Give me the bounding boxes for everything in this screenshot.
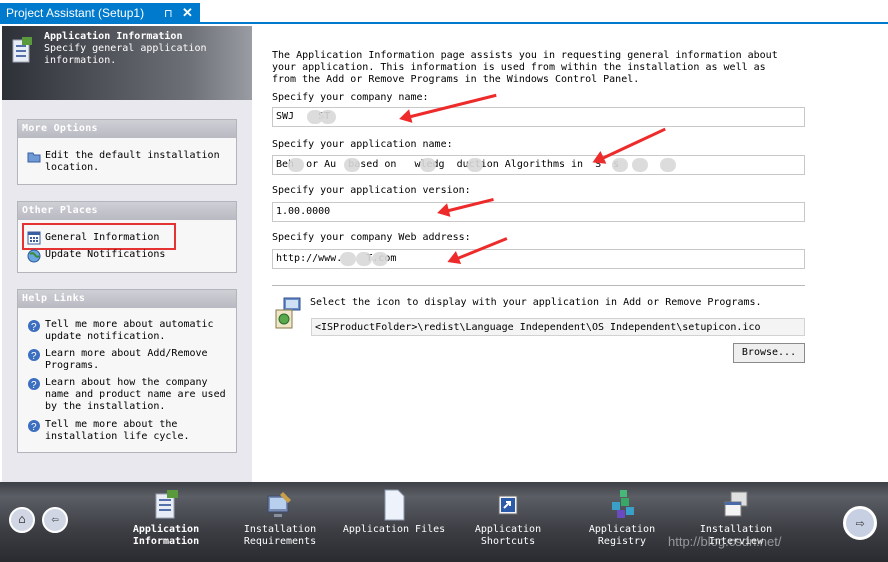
application-info-icon xyxy=(155,490,178,519)
document-tab-strip: Project Assistant (Setup1) ⊓ ✕ xyxy=(0,0,888,24)
icon-path-field[interactable]: <ISProductFolder>\redist\Language Indepe… xyxy=(311,318,805,336)
back-icon: ⇦ xyxy=(51,512,59,526)
company-name-label: Specify your company name: xyxy=(272,92,429,103)
blur-mark xyxy=(632,158,648,172)
nav-label: Application Information xyxy=(132,524,200,547)
blur-mark xyxy=(467,158,483,172)
pin-icon[interactable]: ⊓ xyxy=(164,7,173,20)
other-places-panel: Other Places General Information Update … xyxy=(17,201,237,273)
main-content: The Application Information page assists… xyxy=(252,26,888,482)
blur-mark xyxy=(372,252,388,266)
other-places-title: Other Places xyxy=(18,202,236,220)
application-name-label: Specify your application name: xyxy=(272,139,453,150)
sidebar-item-general-information[interactable]: General Information xyxy=(45,232,159,244)
tab-project-assistant[interactable]: Project Assistant (Setup1) ⊓ ✕ xyxy=(0,3,200,24)
product-icon-preview xyxy=(275,297,301,329)
help-icon: ? xyxy=(28,378,40,391)
separator xyxy=(272,285,805,286)
blur-mark xyxy=(356,252,372,266)
icon-select-label: Select the icon to display with your app… xyxy=(310,297,762,308)
svg-text:?: ? xyxy=(31,422,37,433)
globe-icon xyxy=(27,249,41,263)
next-icon: ⇨ xyxy=(855,514,865,532)
web-address-label: Specify your company Web address: xyxy=(272,232,471,243)
bottom-navigation: ⌂ ⇦ Application Information Installation… xyxy=(0,482,888,562)
help-icon: ? xyxy=(28,349,40,362)
back-button[interactable]: ⇦ xyxy=(42,507,68,533)
help-icon: ? xyxy=(28,420,40,433)
page-title: Application Information xyxy=(44,31,183,42)
svg-text:?: ? xyxy=(31,322,37,333)
nav-label: Installation Requirements xyxy=(243,524,317,547)
nav-label: Application Shortcuts xyxy=(474,524,542,547)
blur-mark xyxy=(340,252,356,266)
nav-label: Application Registry xyxy=(588,524,656,547)
blur-mark xyxy=(660,158,676,172)
version-label: Specify your application version: xyxy=(272,185,471,196)
help-link-company-product-name[interactable]: Learn about how the company name and pro… xyxy=(45,377,230,413)
help-links-panel: Help Links ? Tell me more about automati… xyxy=(17,289,237,453)
more-options-panel: More Options Edit the default installati… xyxy=(17,119,237,185)
next-button[interactable]: ⇨ xyxy=(843,506,877,540)
version-field[interactable]: 1.00.0000 xyxy=(272,202,805,222)
help-links-title: Help Links xyxy=(18,290,236,308)
shortcut-icon xyxy=(498,495,518,515)
sidebar-item-update-notifications[interactable]: Update Notifications xyxy=(45,249,165,261)
nav-label: Application Files xyxy=(342,524,446,535)
left-pane: Application Information Specify general … xyxy=(2,26,252,482)
file-icon xyxy=(384,489,405,521)
company-name-field[interactable]: SWJ ST xyxy=(272,107,805,127)
blur-mark xyxy=(344,158,360,172)
home-button[interactable]: ⌂ xyxy=(9,507,35,533)
application-info-icon xyxy=(12,37,32,63)
blur-mark xyxy=(612,158,628,172)
help-link-installation-life-cycle[interactable]: Tell me more about the installation life… xyxy=(45,419,230,443)
svg-text:?: ? xyxy=(31,351,37,362)
help-icon: ? xyxy=(28,320,40,333)
blur-mark xyxy=(288,158,304,172)
svg-text:?: ? xyxy=(31,380,37,391)
edit-install-location-link[interactable]: Edit the default installation location. xyxy=(45,150,230,174)
page-header: Application Information Specify general … xyxy=(2,26,252,100)
page-subtitle: Specify general application information. xyxy=(44,43,207,66)
help-link-update-notification[interactable]: Tell me more about automatic update noti… xyxy=(45,319,230,343)
more-options-title: More Options xyxy=(18,120,236,138)
blur-mark xyxy=(320,110,336,124)
browse-button[interactable]: Browse... xyxy=(733,343,805,363)
close-icon[interactable]: ✕ xyxy=(182,5,193,21)
watermark-text: http://blog.csdn.net/ xyxy=(668,534,782,549)
requirements-icon xyxy=(267,492,291,517)
grid-icon xyxy=(27,231,41,245)
interview-icon xyxy=(724,491,748,517)
folder-icon xyxy=(27,152,41,163)
blur-mark xyxy=(420,158,436,172)
help-link-add-remove-programs[interactable]: Learn more about Add/Remove Programs. xyxy=(45,348,230,372)
home-icon: ⌂ xyxy=(18,512,26,526)
intro-text: The Application Information page assists… xyxy=(272,50,778,85)
tab-title: Project Assistant (Setup1) xyxy=(6,6,145,20)
registry-icon xyxy=(612,490,634,518)
